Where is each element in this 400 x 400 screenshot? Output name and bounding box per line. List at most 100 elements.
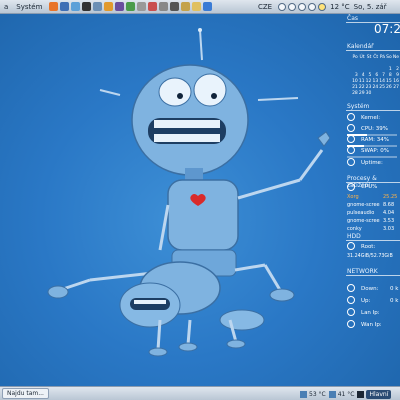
cpu-bar — [347, 134, 397, 136]
calendar-day: 16 — [393, 78, 399, 84]
video-icon[interactable] — [115, 2, 125, 11]
process-cpu-value: 25.25 — [383, 194, 398, 200]
bottom-panel: Najdu tam... 53 °C 41 °C Hlavní — [0, 386, 400, 400]
process-name: gnome-scree — [347, 202, 380, 208]
process-row: gnome-scree 3.53 — [347, 218, 394, 224]
taskbar-item[interactable]: Najdu tam... — [2, 388, 49, 399]
firefox-icon[interactable] — [49, 2, 59, 11]
calendar-day-header: Čt — [373, 54, 379, 60]
calendar-day — [379, 90, 386, 96]
process-row: Xorg 25.25 — [347, 194, 397, 200]
mail-icon[interactable] — [298, 3, 307, 11]
top-panel-tray: CZE 12 °C So, 5. zář — [258, 0, 387, 14]
weather-temperature[interactable]: 12 °C — [330, 3, 350, 11]
cpu-temperature: 53 °C — [309, 390, 326, 398]
calendar-week-row: 10 11 12 13 14 15 16 — [352, 78, 400, 84]
calendar-day: 23 — [365, 84, 372, 90]
thunderbird-icon[interactable] — [60, 2, 70, 11]
calendar-day-header: Út — [359, 54, 365, 60]
volume-icon[interactable] — [288, 3, 297, 11]
top-panel: a Systém CZE 12 °C So, 5. zář — [0, 0, 400, 14]
workspace-icon[interactable] — [357, 390, 365, 398]
power-icon[interactable] — [308, 3, 317, 11]
calendar-day: 12 — [365, 78, 372, 84]
swap-bar — [347, 156, 397, 158]
kernel-label: Kernel: — [361, 115, 381, 121]
calendar-day — [372, 90, 379, 96]
upload-icon — [347, 296, 355, 304]
robot-wallpaper — [47, 28, 330, 357]
process-name: gnome-scree — [347, 218, 380, 224]
calendar-day: 25 — [379, 84, 385, 90]
process-row: gnome-scree 8.68 — [347, 202, 394, 208]
down-label: Down: — [361, 286, 379, 292]
process-cpu-value: 8.68 — [383, 202, 395, 208]
calendar-day-header: So — [386, 54, 392, 60]
calendar-section-title: Kalendář — [347, 43, 374, 50]
network-icon[interactable] — [203, 2, 213, 11]
calendar-grid: Po Út St Čt Pá So Ne 1 2 3 4 5 6 7 8 9 10 11 12 13 14 15 16 21 2… — [352, 54, 400, 96]
download-icon — [347, 284, 355, 292]
hdd-icon — [347, 242, 355, 250]
calendar-day: 28 — [352, 90, 358, 96]
calendar-day — [386, 90, 393, 96]
music-icon[interactable] — [104, 2, 114, 11]
text-editor-icon[interactable] — [126, 2, 136, 11]
calendar-day: 27 — [393, 84, 399, 90]
calendar-day-header: Ne — [392, 54, 399, 60]
process-cpu-value: 3.03 — [383, 226, 395, 232]
clock-date[interactable]: So, 5. zář — [354, 3, 387, 11]
calendar-day: 10 — [352, 78, 358, 84]
root-usage: 31.24GiB/52.73GiB — [347, 254, 393, 259]
weather-icon[interactable] — [318, 3, 327, 11]
time-section-title: Čas — [347, 15, 358, 22]
swap-label: SWAP: 0% — [361, 148, 390, 154]
divider — [346, 50, 400, 51]
process-row: pulseaudio 4.04 — [347, 210, 394, 216]
system-section-title: Systém — [347, 103, 370, 110]
processes-icon — [347, 183, 355, 191]
calendar-day: 21 — [352, 84, 358, 90]
calendar-day: 22 — [358, 84, 365, 90]
calendar-day-header: St — [366, 54, 372, 60]
wan-icon — [347, 320, 355, 328]
process-cpu-value: 3.53 — [383, 218, 395, 224]
pidgin-icon[interactable] — [71, 2, 81, 11]
hdd-section-title: HDD — [347, 233, 361, 240]
workspace-switcher[interactable]: Hlavní — [366, 389, 392, 399]
calendar-day: 14 — [379, 78, 385, 84]
up-label: Up: — [361, 298, 371, 304]
note-icon[interactable] — [192, 2, 202, 11]
up-value: 0 k — [390, 298, 399, 304]
lan-label: Lan Ip: — [361, 310, 380, 316]
launcher-bar — [49, 2, 214, 11]
calendar-day: 24 — [372, 84, 379, 90]
calendar-day — [393, 90, 400, 96]
terminal-icon[interactable] — [82, 2, 92, 11]
calendar-week-row: 21 22 23 24 25 26 27 — [352, 84, 400, 90]
settings-icon[interactable] — [159, 2, 169, 11]
calendar-day: 15 — [386, 78, 392, 84]
filemanager-icon[interactable] — [93, 2, 103, 11]
image-icon[interactable] — [148, 2, 158, 11]
camera-icon[interactable] — [170, 2, 180, 11]
lan-icon — [347, 308, 355, 316]
network-icon[interactable] — [278, 3, 287, 11]
system-menu[interactable]: Systém — [12, 3, 46, 11]
keyboard-layout-indicator[interactable]: CZE — [258, 3, 272, 11]
divider — [346, 182, 400, 183]
root-label: Root: — [361, 244, 376, 250]
ram-icon — [347, 135, 355, 143]
divider — [346, 275, 400, 276]
kernel-icon — [347, 113, 355, 121]
calendar-day: 30 — [365, 90, 372, 96]
calendar-week-row: 28 29 30 — [352, 90, 400, 96]
pencil-icon[interactable] — [181, 2, 191, 11]
calculator-icon[interactable] — [137, 2, 147, 11]
cpu-temp-icon — [300, 390, 307, 398]
calendar-day-header: Po — [352, 54, 358, 60]
applications-menu[interactable]: a — [0, 3, 12, 11]
uptime-icon — [347, 158, 355, 166]
clock-time: 07:23 — [374, 22, 400, 36]
process-cpu-value: 4.04 — [383, 210, 395, 216]
